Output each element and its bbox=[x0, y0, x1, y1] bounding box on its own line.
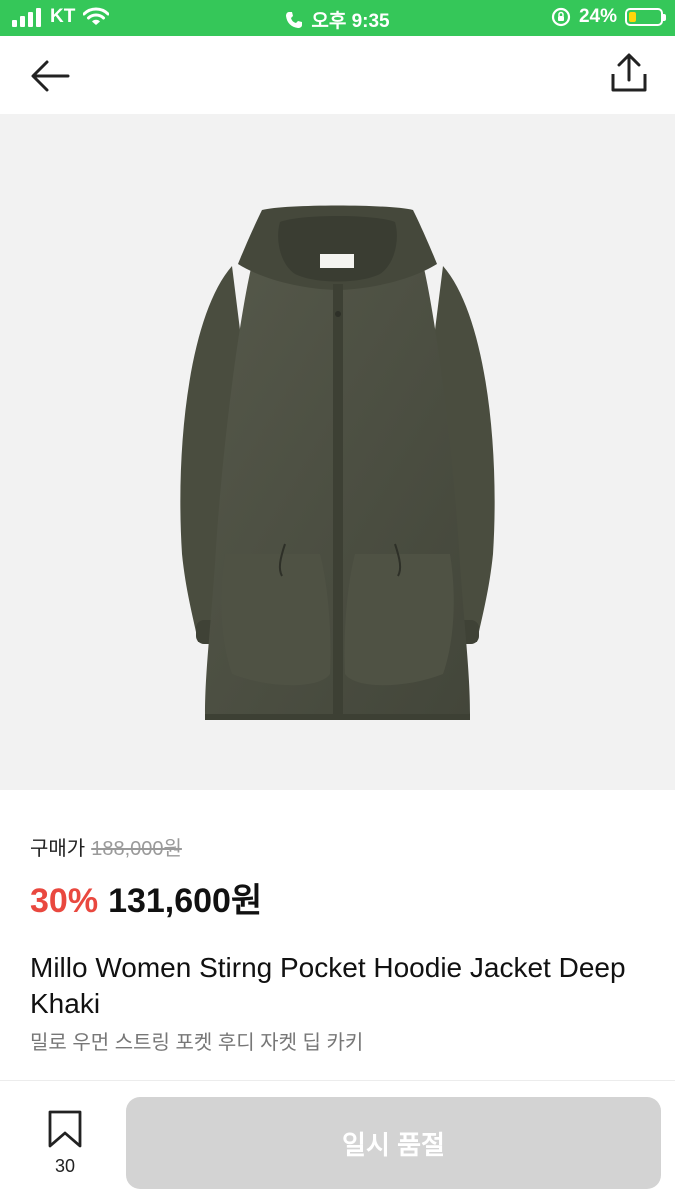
bookmark-button[interactable]: 30 bbox=[36, 1109, 94, 1177]
status-right: 24% bbox=[551, 6, 666, 28]
rotation-lock-icon bbox=[551, 7, 571, 27]
price-label: 구매가 bbox=[30, 838, 86, 860]
battery-icon bbox=[625, 8, 666, 26]
bookmark-icon bbox=[48, 1110, 82, 1148]
soldout-button[interactable]: 일시 품절 bbox=[126, 1097, 661, 1189]
phone-icon bbox=[286, 11, 303, 28]
battery-percent: 24% bbox=[578, 6, 617, 27]
product-title: Millo Women Stirng Pocket Hoodie Jacket … bbox=[30, 952, 626, 1019]
product-subtitle: 밀로 우먼 스트링 포켓 후디 자켓 딥 카키 bbox=[30, 1032, 364, 1054]
battery-level bbox=[629, 12, 636, 22]
status-bar: KT 오후 9:35 24% bbox=[0, 0, 675, 36]
jacket-image bbox=[180, 205, 495, 720]
discount-rate: 30% bbox=[30, 882, 99, 920]
bottom-bar: 30 일시 품절 bbox=[0, 1080, 675, 1201]
share-button[interactable] bbox=[609, 52, 649, 96]
header bbox=[0, 36, 675, 114]
back-button[interactable] bbox=[28, 56, 72, 96]
original-price: 188,000원 bbox=[91, 838, 182, 860]
share-icon bbox=[611, 53, 647, 92]
clock-time: 오후 9:35 bbox=[311, 11, 390, 32]
sale-price: 131,600원 bbox=[108, 882, 263, 920]
arrow-left-icon bbox=[31, 60, 70, 92]
price-section: 구매가 188,000원 30% 131,600원 bbox=[30, 832, 650, 922]
bookmark-count: 30 bbox=[54, 1156, 76, 1176]
product-image[interactable] bbox=[0, 114, 675, 790]
